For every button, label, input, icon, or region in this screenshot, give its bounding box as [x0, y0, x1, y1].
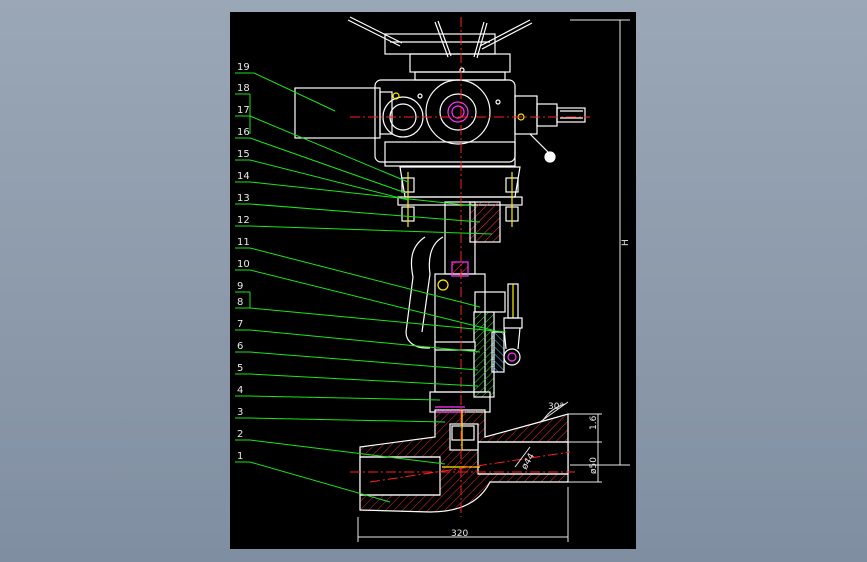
drawing-sheet[interactable]: 19 18 17 16 15 14 13 12 11 10 9 8 7 6 5 … — [230, 12, 636, 549]
part-label-9: 9 — [237, 281, 243, 292]
part-label-13: 13 — [237, 193, 250, 204]
part-label-17: 17 — [237, 105, 250, 116]
yoke — [397, 166, 523, 413]
part-label-1: 1 — [237, 451, 243, 462]
part-label-6: 6 — [237, 341, 243, 352]
part-labels: 19 18 17 16 15 14 13 12 11 10 9 8 7 6 5 … — [237, 62, 250, 462]
dim-height: H — [621, 239, 631, 246]
part-label-15: 15 — [237, 149, 250, 160]
valve-body — [359, 409, 569, 513]
part-label-2: 2 — [237, 429, 243, 440]
part-label-7: 7 — [237, 319, 243, 330]
part-label-4: 4 — [237, 385, 243, 396]
dim-bore: ø50 — [589, 457, 599, 474]
dim-wall: 1.6 — [589, 415, 599, 430]
dim-angle: 30° — [548, 402, 564, 412]
part-label-18: 18 — [237, 83, 250, 94]
part-label-16: 16 — [237, 127, 250, 138]
part-label-8: 8 — [237, 297, 243, 308]
handwheel-assembly — [347, 16, 533, 81]
dim-width: 320 — [451, 529, 468, 539]
part-label-12: 12 — [237, 215, 250, 226]
part-label-14: 14 — [237, 171, 250, 182]
cad-viewer: 19 18 17 16 15 14 13 12 11 10 9 8 7 6 5 … — [0, 0, 867, 562]
part-label-5: 5 — [237, 363, 243, 374]
part-label-3: 3 — [237, 407, 243, 418]
valve-drawing: 19 18 17 16 15 14 13 12 11 10 9 8 7 6 5 … — [235, 16, 631, 542]
part-label-10: 10 — [237, 259, 250, 270]
part-label-11: 11 — [237, 237, 250, 248]
part-label-19: 19 — [237, 62, 250, 73]
